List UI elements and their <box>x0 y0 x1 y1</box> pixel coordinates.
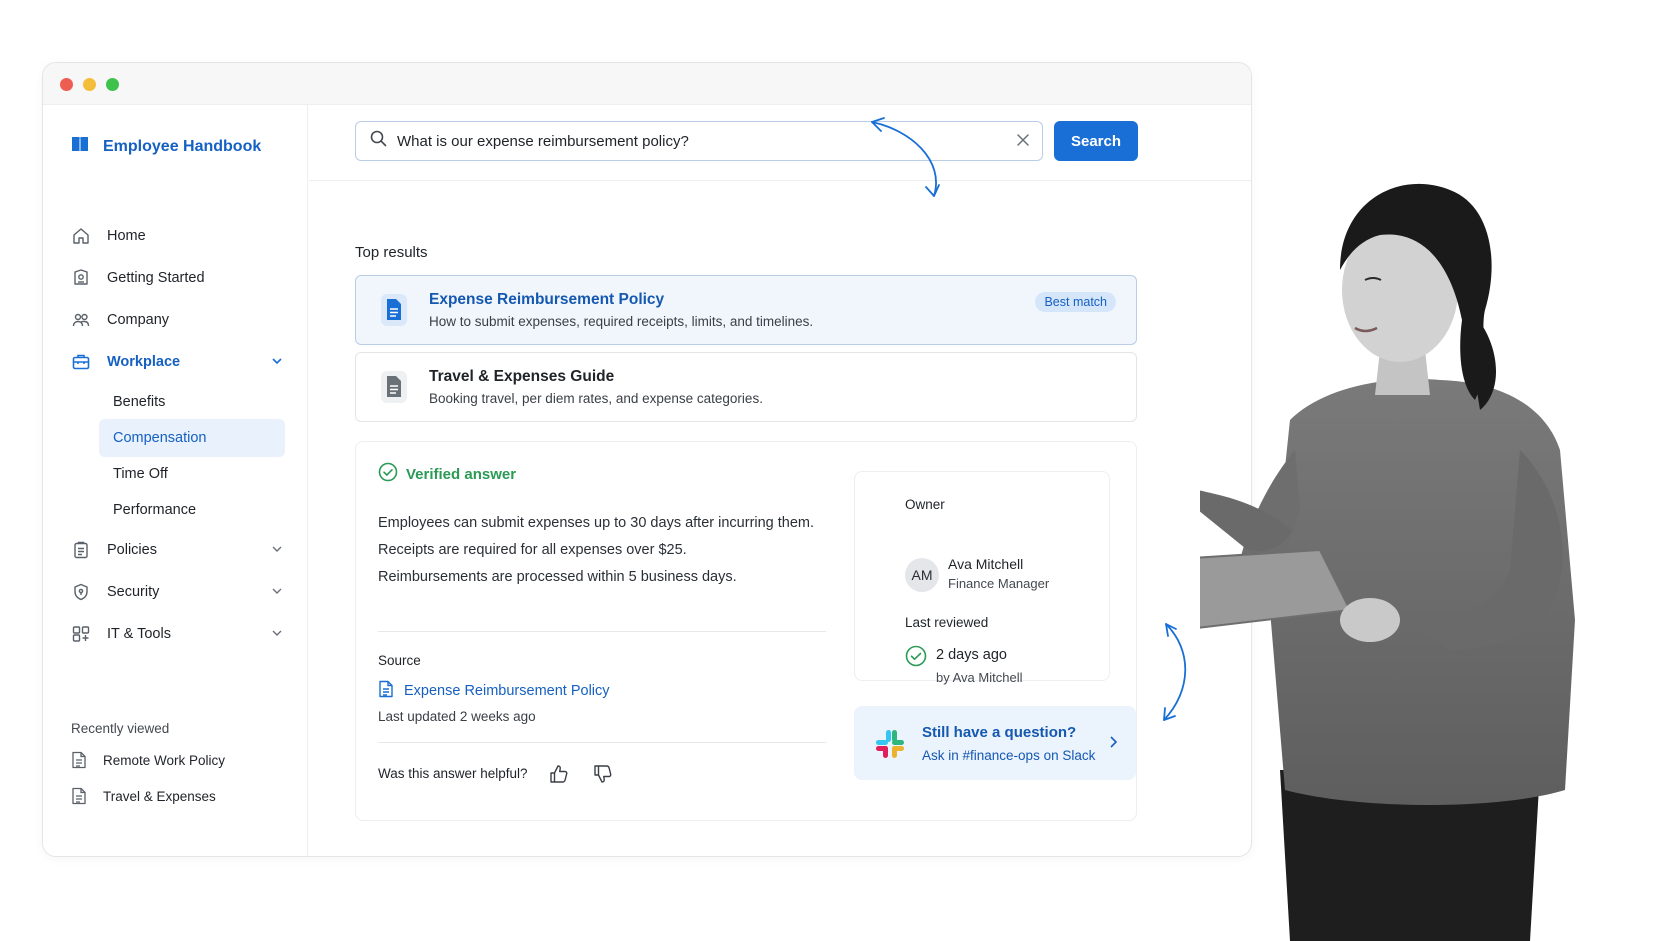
sidebar-item-label: IT & Tools <box>107 626 171 642</box>
sidebar-item-label: Home <box>107 228 146 244</box>
sidebar-subitem-label: Performance <box>113 502 197 518</box>
thumbs-up-icon[interactable] <box>546 761 572 787</box>
reviewed-by: by Ava Mitchell <box>936 670 1023 685</box>
last-reviewed-value: 2 days ago <box>936 647 1007 663</box>
chevron-down-icon[interactable] <box>271 627 283 643</box>
person-illustration <box>1200 183 1575 941</box>
check-circle-icon <box>905 645 927 672</box>
sidebar-item-workplace[interactable]: Workplace <box>71 347 283 377</box>
sidebar-item-label: Company <box>107 312 170 328</box>
source-link[interactable]: Expense Reimbursement Policy <box>378 680 610 702</box>
document-badge-icon <box>71 268 91 288</box>
sidebar-subitem-benefits[interactable]: Benefits <box>99 383 285 421</box>
sidebar-item-label: Getting Started <box>107 270 205 286</box>
answer-line: Receipts are required for all expenses o… <box>378 542 687 558</box>
sidebar-subitem-time-off[interactable]: Time Off <box>99 455 285 493</box>
sidebar-item-getting-started[interactable]: Getting Started <box>71 263 283 293</box>
last-reviewed-label: Last reviewed <box>905 615 989 630</box>
avatar: AM <box>905 558 939 592</box>
chevron-down-icon[interactable] <box>271 585 283 601</box>
verified-answer-text: Verified answer <box>406 465 517 483</box>
recent-item[interactable]: Remote Work Policy <box>71 751 225 769</box>
owner-role: Finance Manager <box>948 576 1050 591</box>
devices-icon <box>71 624 91 644</box>
sidebar-item-it-tools[interactable]: IT & Tools <box>71 619 283 649</box>
document-icon <box>378 680 394 702</box>
shield-icon <box>71 582 91 602</box>
title-bar <box>43 63 1251 105</box>
close-window-button[interactable] <box>60 78 73 91</box>
best-match-badge: Best match <box>1035 292 1116 312</box>
recently-viewed-heading: Recently viewed <box>71 721 170 736</box>
helpful-prompt: Was this answer helpful? <box>378 766 528 781</box>
sidebar-item-label: Policies <box>107 542 157 558</box>
answer-line: Reimbursements are processed within 5 bu… <box>378 569 737 585</box>
sidebar-item-policies[interactable]: Policies <box>71 535 283 565</box>
result-card[interactable]: Expense Reimbursement Policy How to subm… <box>355 275 1137 345</box>
sidebar-subitem-label: Benefits <box>113 394 166 410</box>
chevron-down-icon[interactable] <box>271 543 283 559</box>
result-description: Booking travel, per diem rates, and expe… <box>429 391 763 406</box>
sidebar-item-label: Workplace <box>107 354 181 370</box>
check-circle-icon <box>378 462 398 486</box>
main-content: Search Top results Expense Reimbursement… <box>309 105 1251 856</box>
search-button[interactable]: Search <box>1054 121 1138 161</box>
document-icon <box>71 787 89 805</box>
minimize-window-button[interactable] <box>83 78 96 91</box>
chevron-down-icon[interactable] <box>271 355 283 371</box>
sidebar-subitem-compensation[interactable]: Compensation <box>99 419 285 457</box>
last-updated: Last updated 2 weeks ago <box>378 709 536 724</box>
search-input[interactable] <box>397 132 987 150</box>
document-icon <box>378 293 410 327</box>
verified-answer-label: Verified answer <box>378 462 516 486</box>
book-icon <box>71 135 89 158</box>
source-label: Source <box>378 653 421 668</box>
owner-card: Owner AM Ava Mitchell Finance Manager La… <box>854 471 1110 685</box>
result-description: How to submit expenses, required receipt… <box>429 314 814 329</box>
owner-label: Owner <box>905 497 945 512</box>
briefcase-icon <box>71 352 91 372</box>
recent-item-label: Travel & Expenses <box>103 788 216 804</box>
slack-card-subtitle: Ask in #finance-ops on Slack <box>922 748 1096 763</box>
result-title: Expense Reimbursement Policy <box>429 291 665 308</box>
sidebar-item-home[interactable]: Home <box>71 221 283 251</box>
result-title: Travel & Expenses Guide <box>429 368 615 385</box>
app-title: Employee Handbook <box>103 137 262 155</box>
home-icon <box>71 226 91 246</box>
search-field[interactable] <box>355 121 1043 161</box>
search-bar: Search <box>309 105 1251 181</box>
top-results-heading: Top results <box>355 244 428 261</box>
sidebar-subitem-performance[interactable]: Performance <box>99 491 285 529</box>
divider <box>378 742 826 743</box>
slack-logo-icon <box>874 728 906 765</box>
answer-panel: Verified answer Employees can submit exp… <box>355 441 1137 821</box>
sidebar-item-company[interactable]: Company <box>71 305 283 335</box>
search-icon <box>370 130 387 152</box>
document-icon <box>378 370 410 404</box>
app-window: Employee Handbook Home Getting Started C… <box>42 62 1252 857</box>
owner-name: Ava Mitchell <box>948 556 1024 572</box>
brand[interactable]: Employee Handbook <box>71 135 261 158</box>
maximize-window-button[interactable] <box>106 78 119 91</box>
slack-card-title: Still have a question? <box>922 724 1077 741</box>
sidebar-item-security[interactable]: Security <box>71 577 283 607</box>
result-card[interactable]: Travel & Expenses Guide Booking travel, … <box>355 352 1137 422</box>
document-icon <box>71 751 89 769</box>
answer-line: Employees can submit expenses up to 30 d… <box>378 515 815 531</box>
clear-search-icon[interactable] <box>1016 133 1030 152</box>
thumbs-down-icon[interactable] <box>590 761 616 787</box>
sidebar-subitem-label: Compensation <box>113 430 207 446</box>
sidebar-subitem-label: Time Off <box>113 466 168 482</box>
sidebar-item-label: Security <box>107 584 160 600</box>
source-link-text[interactable]: Expense Reimbursement Policy <box>404 683 610 699</box>
slack-help-card[interactable]: Still have a question? Ask in #finance-o… <box>854 706 1136 780</box>
recent-item[interactable]: Travel & Expenses <box>71 787 216 805</box>
chevron-right-icon <box>1108 735 1118 754</box>
recent-item-label: Remote Work Policy <box>103 752 226 768</box>
sidebar: Employee Handbook Home Getting Started C… <box>43 105 308 856</box>
people-icon <box>71 310 91 330</box>
divider <box>378 631 826 632</box>
clipboard-icon <box>71 540 91 560</box>
